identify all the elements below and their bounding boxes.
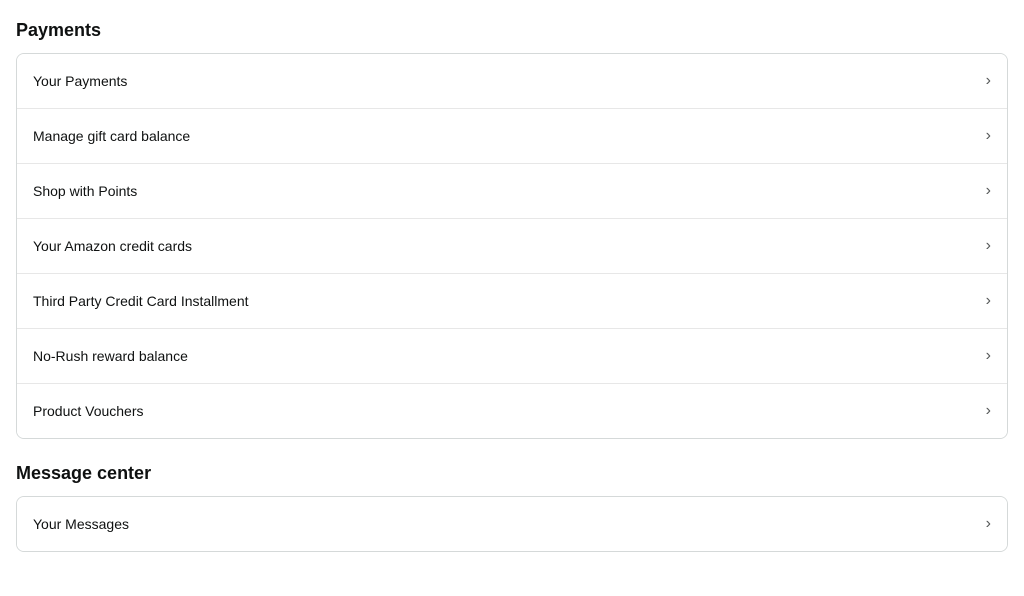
payments-item-label-third-party-credit-card-installment: Third Party Credit Card Installment	[33, 293, 249, 309]
payments-item-third-party-credit-card-installment[interactable]: Third Party Credit Card Installment ›	[17, 274, 1007, 329]
payments-item-your-payments[interactable]: Your Payments ›	[17, 54, 1007, 109]
chevron-right-icon: ›	[986, 127, 991, 145]
payments-item-your-amazon-credit-cards[interactable]: Your Amazon credit cards ›	[17, 219, 1007, 274]
payments-section-title: Payments	[16, 20, 1008, 41]
payments-item-manage-gift-card-balance[interactable]: Manage gift card balance ›	[17, 109, 1007, 164]
chevron-right-icon: ›	[986, 182, 991, 200]
chevron-right-icon: ›	[986, 72, 991, 90]
payments-item-label-product-vouchers: Product Vouchers	[33, 403, 144, 419]
message-center-card: Your Messages ›	[16, 496, 1008, 552]
message-center-section: Message center Your Messages ›	[16, 463, 1008, 552]
payments-card: Your Payments›Manage gift card balance›S…	[16, 53, 1008, 439]
chevron-right-icon: ›	[986, 402, 991, 420]
payments-item-label-no-rush-reward-balance: No-Rush reward balance	[33, 348, 188, 364]
message-center-item-label-your-messages: Your Messages	[33, 516, 129, 532]
payments-item-no-rush-reward-balance[interactable]: No-Rush reward balance ›	[17, 329, 1007, 384]
payments-item-product-vouchers[interactable]: Product Vouchers ›	[17, 384, 1007, 438]
chevron-right-icon: ›	[986, 292, 991, 310]
payments-item-shop-with-points[interactable]: Shop with Points ›	[17, 164, 1007, 219]
chevron-right-icon: ›	[986, 237, 991, 255]
chevron-right-icon: ›	[986, 347, 991, 365]
payments-item-label-your-payments: Your Payments	[33, 73, 127, 89]
message-center-item-your-messages[interactable]: Your Messages ›	[17, 497, 1007, 551]
payments-item-label-manage-gift-card-balance: Manage gift card balance	[33, 128, 190, 144]
payments-item-label-shop-with-points: Shop with Points	[33, 183, 137, 199]
message-center-section-title: Message center	[16, 463, 1008, 484]
payments-item-label-your-amazon-credit-cards: Your Amazon credit cards	[33, 238, 192, 254]
payments-section: Payments Your Payments›Manage gift card …	[16, 20, 1008, 439]
chevron-right-icon: ›	[986, 515, 991, 533]
